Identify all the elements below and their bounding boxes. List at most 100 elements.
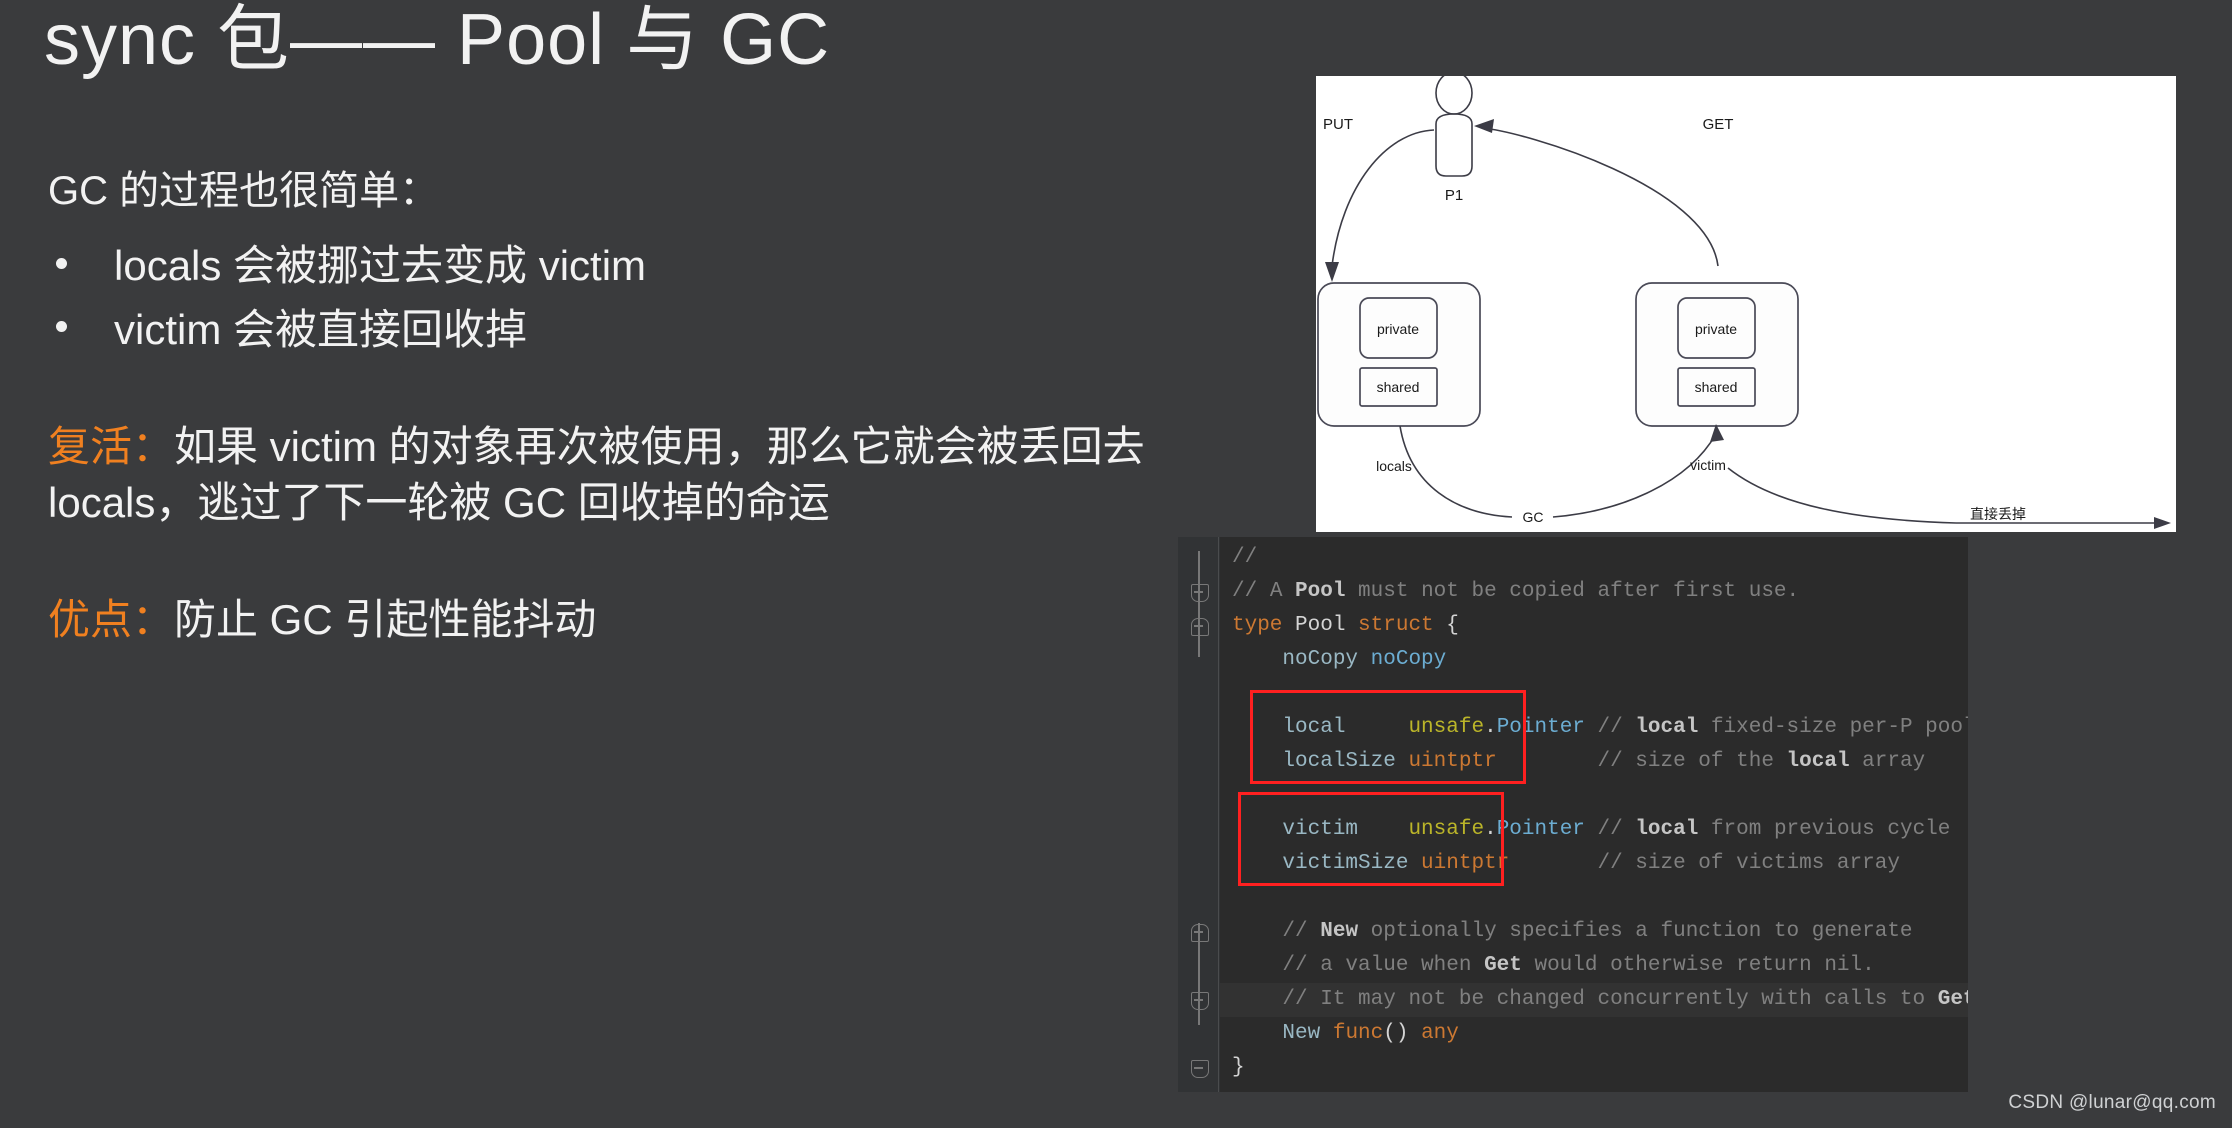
code-token: () [1383, 1022, 1422, 1045]
code-line[interactable]: noCopy noCopy [1220, 643, 1968, 677]
code-token: noCopy [1370, 648, 1447, 671]
code-token: array [1849, 750, 1926, 773]
code-line[interactable]: // A Pool must not be copied after first… [1220, 575, 1968, 609]
code-token: Pool [1295, 580, 1346, 603]
discard-arrowhead [2154, 517, 2171, 529]
code-line[interactable]: victimSize uintptr // size of victims ar… [1220, 847, 1968, 881]
code-token: noCopy [1282, 648, 1371, 671]
code-token: local [1635, 818, 1699, 841]
merit-paragraph: 优点：防止 GC 引起性能抖动 [48, 592, 1188, 647]
code-token: Pool [1295, 614, 1359, 637]
edge-locals-label: locals [1376, 458, 1412, 474]
code-token: Get [1484, 954, 1522, 977]
code-token: New [1282, 1022, 1333, 1045]
edge-victim-label: victim [1690, 457, 1726, 473]
code-token: // It may not be changed concurrently wi… [1282, 988, 1938, 1011]
fold-collapse-icon[interactable] [1191, 992, 1209, 1010]
fold-stem-icon [1198, 551, 1200, 657]
resurrect-label: 复活： [48, 423, 175, 471]
code-token: from previous cycle [1698, 818, 1951, 841]
code-line[interactable]: // [1220, 541, 1968, 575]
list-item-label: victim 会被直接回收掉 [114, 305, 527, 353]
fold-bar-icon [1194, 999, 1203, 1001]
code-line[interactable]: // New optionally specifies a function t… [1220, 915, 1968, 949]
actor-p1-icon [1435, 76, 1473, 177]
code-token: { [1446, 614, 1459, 637]
fold-bar-icon [1194, 591, 1203, 593]
code-token: size of the [1635, 750, 1787, 773]
code-line[interactable]: } [1220, 1051, 1968, 1085]
code-token: localSize [1282, 750, 1409, 773]
code-line[interactable]: victim unsafe.Pointer // local from prev… [1220, 813, 1968, 847]
bullet-dot-icon [56, 257, 67, 269]
list-item: victim 会被直接回收掉 [48, 300, 1188, 360]
resurrect-paragraph: 复活：如果 victim 的对象再次被使用，那么它就会被丢回去 locals，逃… [48, 419, 1188, 530]
resurrect-body: 如果 victim 的对象再次被使用，那么它就会被丢回去 locals，逃过了下… [48, 423, 1145, 526]
code-token: optionally specifies a function to gener… [1358, 920, 1913, 943]
code-token: Pointer [1496, 818, 1598, 841]
slide-body: GC 的过程也很简单： locals 会被挪过去变成 victim victim… [48, 164, 1188, 648]
fold-collapse-icon[interactable] [1191, 584, 1209, 602]
merit-body: 防止 GC 引起性能抖动 [174, 596, 597, 644]
code-token: local [1786, 750, 1850, 773]
bullet-dot-icon [56, 321, 67, 333]
code-token: size of victims array [1635, 852, 1900, 875]
left-private-label: private [1377, 321, 1419, 337]
code-token: func [1332, 1022, 1384, 1045]
edge-put-label: PUT [1323, 116, 1353, 133]
code-viewer[interactable]: // // A Pool must not be copied after fi… [1178, 537, 1968, 1092]
code-line[interactable] [1220, 677, 1968, 711]
code-token: // [1232, 580, 1270, 603]
list-item-label: locals 会被挪过去变成 victim [114, 242, 647, 289]
fold-bar-icon [1194, 625, 1203, 627]
code-token: local [1282, 716, 1409, 739]
get-arrowhead [1474, 119, 1494, 133]
edge-gc-label: GC [1523, 509, 1544, 525]
code-line[interactable] [1220, 779, 1968, 813]
code-token: // [1232, 546, 1270, 569]
code-gutter[interactable] [1178, 537, 1220, 1092]
code-line[interactable]: localSize uintptr // size of the local a… [1220, 745, 1968, 779]
left-shared-label: shared [1377, 379, 1420, 395]
fold-bar-icon [1194, 1067, 1203, 1069]
fold-collapse-icon[interactable] [1191, 1060, 1209, 1078]
code-token: type [1232, 614, 1296, 637]
code-token: uintptr [1408, 750, 1497, 773]
code-token: // [1282, 920, 1321, 943]
right-private-label: private [1695, 321, 1737, 337]
code-token: would otherwise return nil. [1521, 954, 1875, 977]
code-line[interactable]: // It may not be changed concurrently wi… [1220, 983, 1968, 1017]
fold-expand-icon[interactable] [1191, 618, 1209, 636]
fold-bar-icon [1194, 931, 1203, 933]
code-token: fixed-size per-P pool, [1698, 716, 1968, 739]
code-token: struct [1358, 614, 1447, 637]
code-line[interactable]: // a value when Get would otherwise retu… [1220, 949, 1968, 983]
code-token: A [1269, 580, 1296, 603]
code-token: . [1484, 716, 1497, 739]
lead-text: GC 的过程也很简单： [48, 169, 440, 213]
code-token: . [1484, 818, 1497, 841]
code-token: New [1320, 920, 1359, 943]
code-token: uintptr [1421, 852, 1510, 875]
watermark: CSDN @lunar@qq.com [2008, 1092, 2216, 1113]
code-surface[interactable]: // // A Pool must not be copied after fi… [1220, 537, 1968, 1092]
diagram-canvas: P1 PUT GET private shared private shared… [1317, 76, 2171, 529]
bullet-list: locals 会被挪过去变成 victim victim 会被直接回收掉 [48, 236, 1188, 359]
code-token: must not be copied after first use. [1345, 580, 1800, 603]
edge-get-label: GET [1703, 116, 1734, 133]
pool-gc-diagram: P1 PUT GET private shared private shared… [1316, 76, 2176, 532]
code-line[interactable]: local unsafe.Pointer // local fixed-size… [1220, 711, 1968, 745]
code-token: any [1421, 1022, 1459, 1045]
code-token: local [1635, 716, 1699, 739]
code-line[interactable]: type Pool struct { [1220, 609, 1968, 643]
actor-p1-label: P1 [1445, 187, 1463, 204]
put-arrowhead [1325, 262, 1339, 282]
code-token: victim [1282, 818, 1409, 841]
code-line[interactable]: New func() any [1220, 1017, 1968, 1051]
code-token: Pointer [1496, 716, 1598, 739]
code-token: // [1496, 750, 1636, 773]
code-token: // a value when [1282, 954, 1485, 977]
fold-expand-icon[interactable] [1191, 924, 1209, 942]
code-token: Get [1937, 988, 1968, 1011]
code-line[interactable] [1220, 881, 1968, 915]
